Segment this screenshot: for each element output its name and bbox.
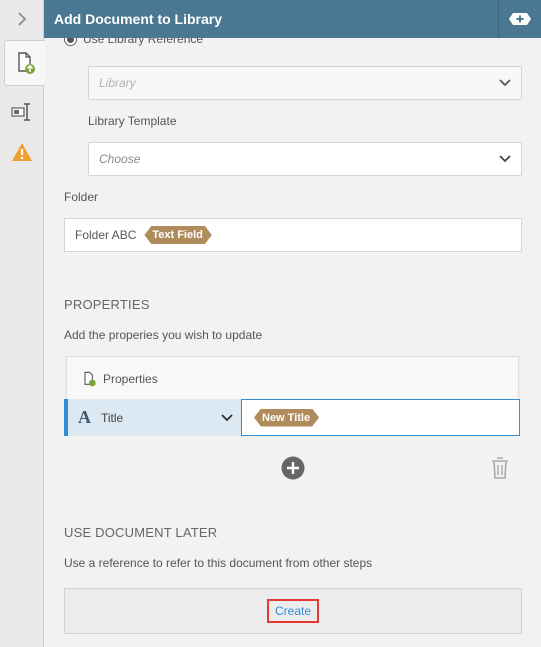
property-value-token[interactable]: New Title: [254, 409, 319, 427]
document-upload-tab[interactable]: [4, 40, 45, 86]
library-select[interactable]: Library: [88, 66, 522, 100]
create-reference-box: Create: [64, 588, 522, 634]
library-template-placeholder: Choose: [99, 152, 141, 166]
delete-property-button[interactable]: [491, 456, 509, 480]
panel-title: Add Document to Library: [54, 11, 223, 27]
property-row: A Title New Title: [64, 399, 520, 436]
trash-icon: [492, 457, 508, 479]
use-later-section-title: USE DOCUMENT LATER: [64, 525, 218, 540]
property-name: Title: [101, 410, 124, 425]
use-later-description: Use a reference to refer to this documen…: [64, 556, 373, 570]
left-rail: [0, 0, 45, 647]
properties-card-header: Properties: [66, 356, 519, 400]
properties-section-title: PROPERTIES: [64, 297, 150, 312]
create-button[interactable]: Create: [266, 599, 320, 623]
text-field-icon[interactable]: [0, 98, 44, 126]
expand-chevron-icon[interactable]: [0, 0, 44, 38]
text-type-icon: A: [78, 407, 91, 427]
chevron-down-icon: [221, 413, 233, 422]
panel-body: Use Library Reference Library Library Te…: [44, 38, 541, 647]
document-upload-icon: [84, 371, 96, 386]
chevron-down-icon: [499, 79, 511, 87]
plus-circle-icon: [281, 456, 305, 480]
properties-card-label: Properties: [103, 371, 158, 386]
panel-header: Add Document to Library: [44, 0, 541, 38]
app-root: Add Document to Library Use Library Refe…: [0, 0, 541, 647]
library-reference-option[interactable]: Use Library Reference: [64, 38, 203, 46]
warning-icon[interactable]: [0, 138, 44, 166]
properties-description: Add the properies you wish to update: [64, 328, 263, 342]
chevron-down-icon: [499, 155, 511, 163]
folder-field[interactable]: Folder ABC Text Field: [64, 218, 522, 252]
library-select-placeholder: Library: [99, 76, 136, 90]
add-step-button[interactable]: [498, 0, 541, 38]
folder-token[interactable]: Text Field: [144, 226, 212, 244]
add-tag-icon: [509, 13, 531, 25]
property-value-field[interactable]: New Title: [241, 399, 520, 436]
library-template-label: Library Template: [88, 114, 177, 128]
folder-label: Folder: [64, 190, 99, 204]
document-upload-icon: [18, 52, 35, 74]
library-reference-label: Use Library Reference: [83, 38, 204, 46]
library-reference-radio[interactable]: [64, 38, 77, 46]
property-name-select[interactable]: A Title: [64, 399, 241, 436]
folder-value: Folder ABC: [75, 228, 137, 242]
add-property-button[interactable]: [281, 456, 305, 480]
library-template-select[interactable]: Choose: [88, 142, 522, 176]
